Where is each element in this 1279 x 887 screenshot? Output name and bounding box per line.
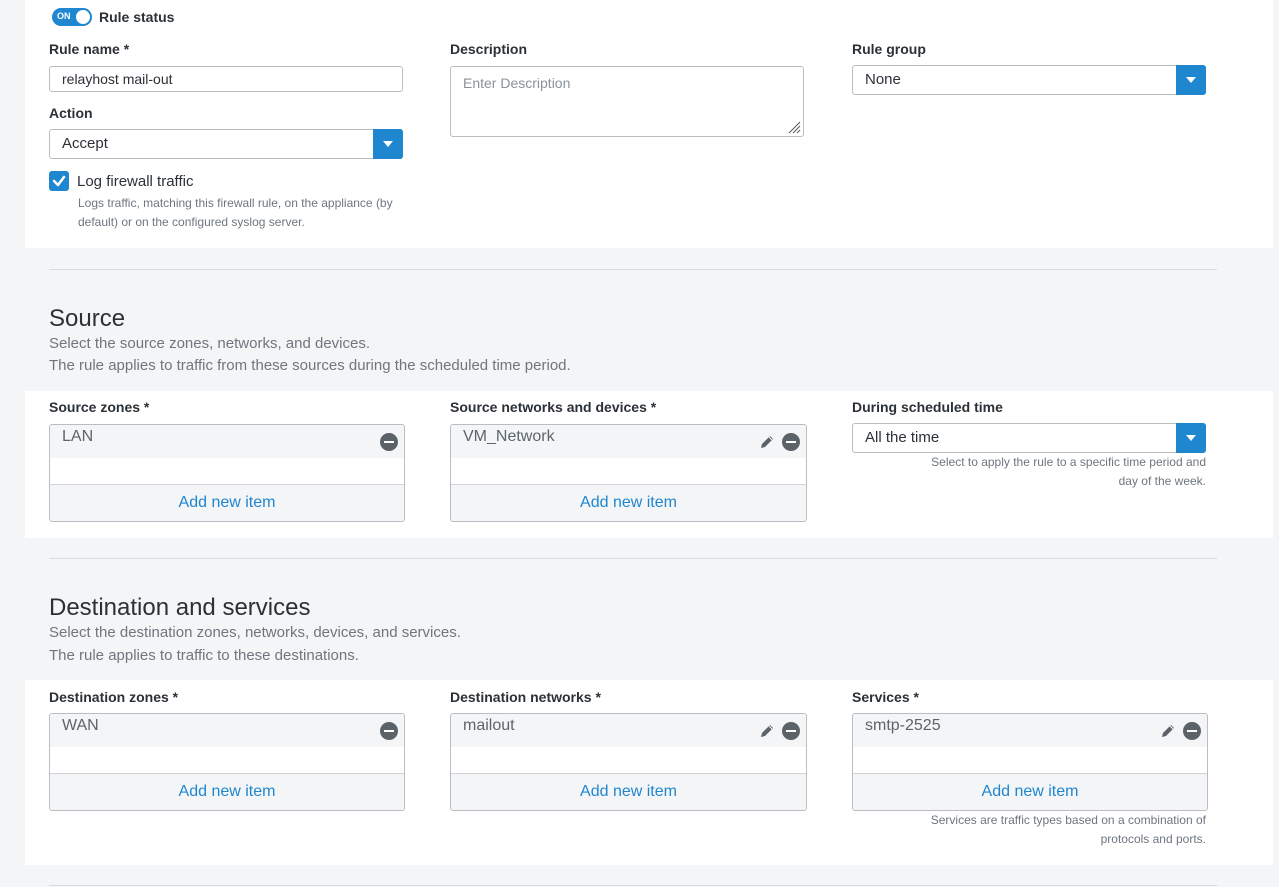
destination-networks-box: mailout Add new item — [450, 713, 807, 811]
source-networks-label: Source networks and devices * — [450, 399, 657, 415]
source-desc-line1: Select the source zones, networks, and d… — [49, 335, 371, 352]
edit-pencil-icon[interactable] — [758, 722, 776, 740]
add-new-item-button[interactable]: Add new item — [50, 484, 404, 521]
list-item: mailout — [451, 714, 806, 747]
edit-pencil-icon[interactable] — [1159, 722, 1177, 740]
item-name: mailout — [463, 717, 515, 734]
log-traffic-help: Logs traffic, matching this firewall rul… — [78, 194, 393, 232]
resize-handle-icon[interactable] — [787, 120, 801, 134]
action-select[interactable]: Accept — [49, 129, 403, 159]
source-zones-box: LAN Add new item — [49, 424, 405, 522]
rule-group-value: None — [865, 71, 901, 88]
schedule-label: During scheduled time — [852, 399, 1003, 415]
destination-title: Destination and services — [49, 594, 311, 621]
description-textarea[interactable]: Enter Description — [450, 66, 804, 137]
edit-pencil-icon[interactable] — [758, 433, 776, 451]
rule-status-toggle[interactable]: ON — [52, 8, 92, 26]
description-placeholder: Enter Description — [463, 75, 571, 91]
destination-desc-line2: The rule applies to traffic to these des… — [49, 647, 359, 664]
divider — [49, 885, 1217, 886]
rule-group-label: Rule group — [852, 41, 926, 57]
action-label: Action — [49, 105, 93, 121]
log-help-line2: default) or on the configured syslog ser… — [78, 215, 305, 229]
services-help: Services are traffic types based on a co… — [852, 811, 1206, 849]
add-new-item-button[interactable]: Add new item — [451, 484, 806, 521]
schedule-help: Select to apply the rule to a specific t… — [852, 453, 1206, 491]
destination-zones-label: Destination zones * — [49, 689, 179, 705]
services-label: Services * — [852, 689, 919, 705]
remove-icon[interactable] — [782, 433, 800, 451]
chevron-down-icon[interactable] — [1176, 65, 1206, 95]
toggle-state-text: ON — [57, 11, 71, 21]
source-networks-box: VM_Network Add new item — [450, 424, 807, 522]
schedule-value: All the time — [865, 429, 940, 446]
divider — [49, 558, 1217, 559]
add-new-item-button[interactable]: Add new item — [50, 773, 404, 810]
schedule-help-line2: day of the week. — [1118, 474, 1206, 488]
destination-desc-line1: Select the destination zones, networks, … — [49, 624, 461, 641]
item-name: VM_Network — [463, 428, 555, 445]
divider — [49, 269, 1217, 270]
list-item: VM_Network — [451, 425, 806, 458]
item-name: smtp-2525 — [865, 717, 941, 734]
list-item: WAN — [50, 714, 404, 747]
source-title: Source — [49, 305, 126, 332]
toggle-knob — [76, 10, 90, 24]
rule-name-label: Rule name * — [49, 41, 130, 57]
chevron-down-icon[interactable] — [373, 129, 403, 159]
item-name: WAN — [62, 717, 99, 734]
rule-name-input[interactable]: relayhost mail-out — [49, 66, 403, 92]
rule-group-select[interactable]: None — [852, 65, 1206, 95]
checkmark-icon — [52, 175, 66, 187]
source-desc-line2: The rule applies to traffic from these s… — [49, 357, 571, 374]
remove-icon[interactable] — [1183, 722, 1201, 740]
description-label: Description — [450, 41, 528, 57]
remove-icon[interactable] — [380, 722, 398, 740]
action-value: Accept — [62, 135, 108, 152]
list-item: LAN — [50, 425, 404, 458]
destination-networks-label: Destination networks * — [450, 689, 601, 705]
schedule-select[interactable]: All the time — [852, 423, 1206, 453]
add-new-item-button[interactable]: Add new item — [853, 773, 1207, 810]
schedule-help-line1: Select to apply the rule to a specific t… — [931, 455, 1206, 469]
list-item: smtp-2525 — [853, 714, 1207, 747]
destination-zones-box: WAN Add new item — [49, 713, 405, 811]
chevron-down-icon[interactable] — [1176, 423, 1206, 453]
item-name: LAN — [62, 428, 94, 445]
log-traffic-checkbox[interactable] — [49, 171, 69, 191]
services-help-line2: protocols and ports. — [1100, 832, 1206, 846]
services-box: smtp-2525 Add new item — [852, 713, 1208, 811]
services-help-line1: Services are traffic types based on a co… — [930, 813, 1206, 827]
source-zones-label: Source zones * — [49, 399, 150, 415]
remove-icon[interactable] — [782, 722, 800, 740]
log-traffic-label: Log firewall traffic — [77, 173, 194, 190]
log-help-line1: Logs traffic, matching this firewall rul… — [78, 196, 393, 210]
add-new-item-button[interactable]: Add new item — [451, 773, 806, 810]
remove-icon[interactable] — [380, 433, 398, 451]
rule-status-label: Rule status — [99, 9, 175, 25]
